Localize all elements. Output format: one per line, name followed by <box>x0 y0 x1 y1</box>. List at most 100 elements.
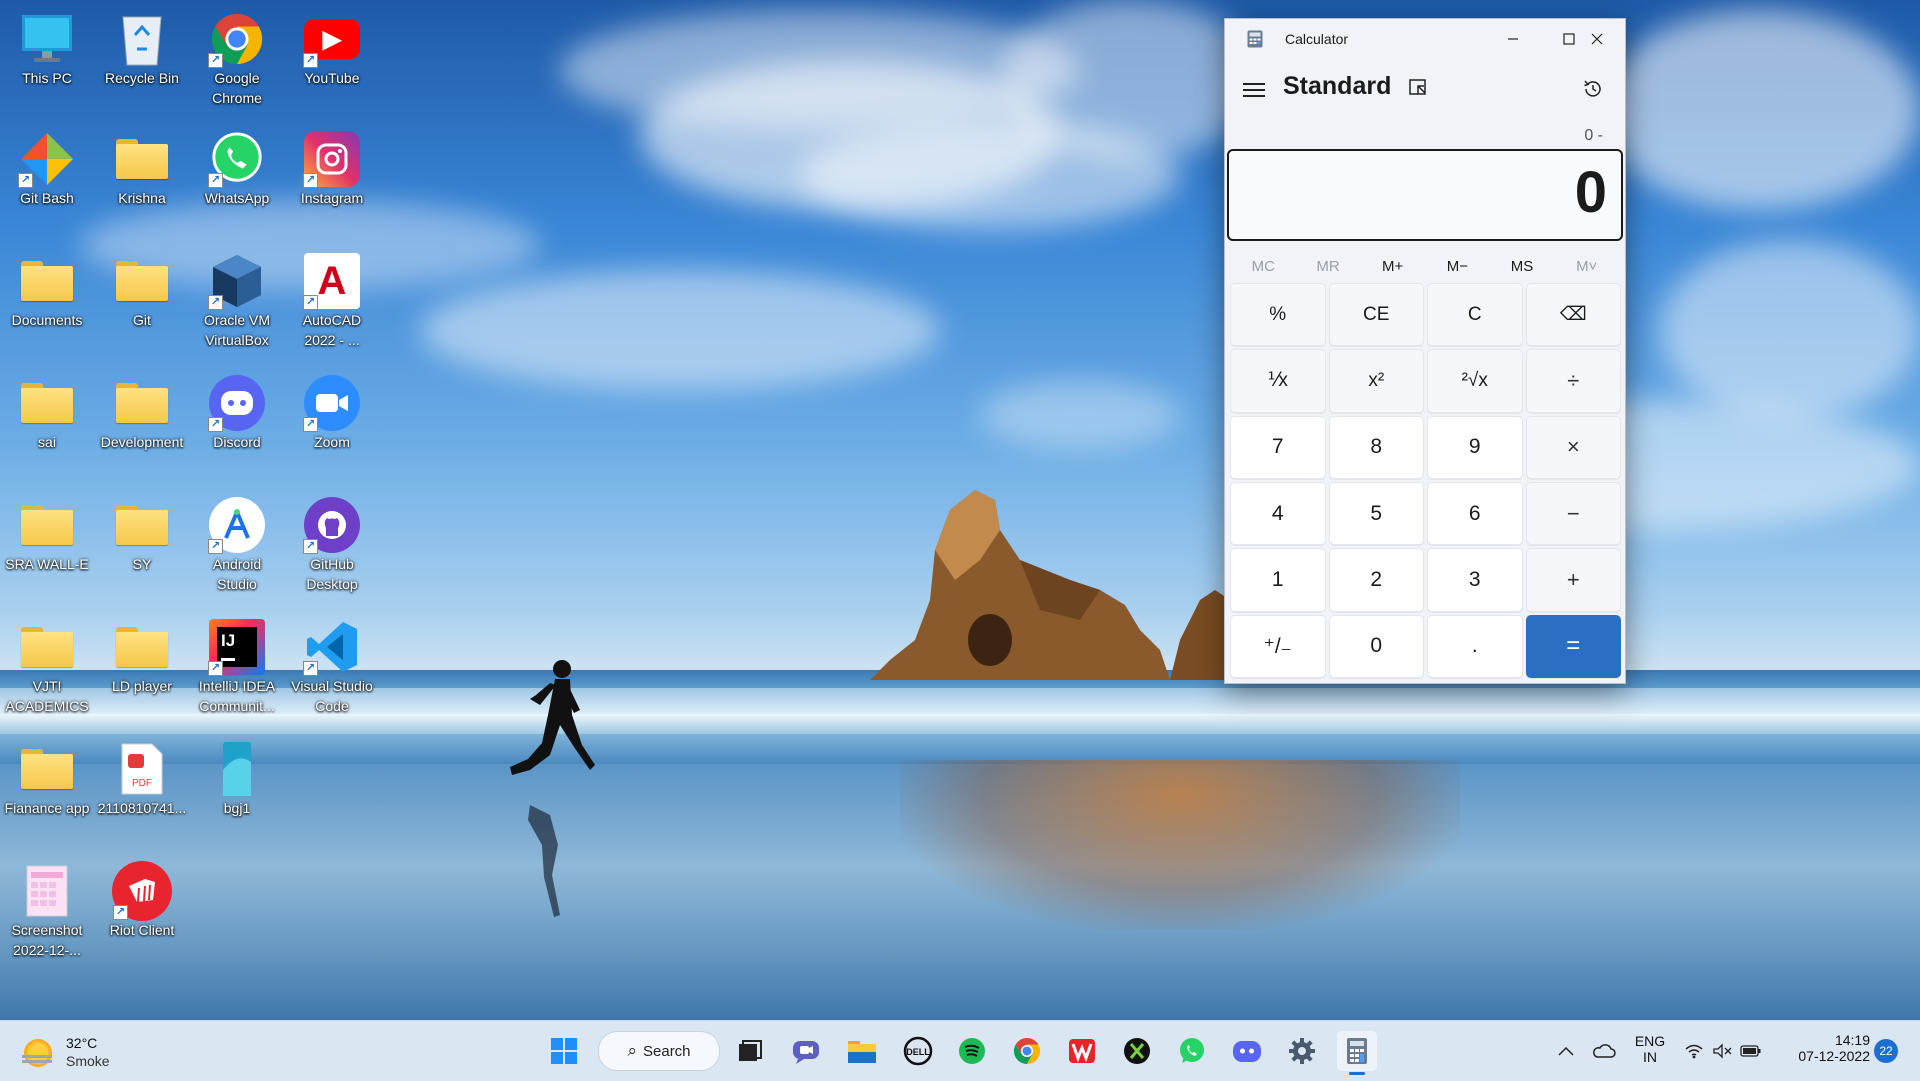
weather-widget[interactable]: 32°C Smoke <box>22 1033 164 1073</box>
divide-key[interactable]: ÷ <box>1525 349 1621 413</box>
reciprocal-key[interactable]: ⅟x <box>1230 349 1326 413</box>
close-button[interactable] <box>1569 19 1625 59</box>
folder-icon <box>16 250 78 312</box>
wps-office-button[interactable] <box>1062 1031 1102 1071</box>
digit-3-key[interactable]: 3 <box>1427 548 1523 612</box>
digit-4-key[interactable]: 4 <box>1230 481 1326 546</box>
desktop-shortcut-this-pc[interactable]: This PC <box>0 8 94 88</box>
teams-chat-button[interactable] <box>786 1031 826 1071</box>
digit-5-key[interactable]: 5 <box>1328 481 1424 546</box>
desktop-shortcut-android-studio[interactable]: ↗ Android Studio <box>190 494 284 594</box>
subtract-key[interactable]: − <box>1525 481 1621 546</box>
clear-entry-key[interactable]: CE <box>1328 283 1424 347</box>
memory-m-button[interactable]: M− <box>1425 251 1490 283</box>
equals-key[interactable]: = <box>1525 614 1621 678</box>
desktop-shortcut-discord[interactable]: ↗ Discord <box>190 372 284 452</box>
desktop-shortcut-sai[interactable]: sai <box>0 372 94 452</box>
digit-6-key[interactable]: 6 <box>1427 481 1523 546</box>
clock-date: 07-12-2022 <box>1798 1048 1870 1064</box>
clock[interactable]: 14:19 07-12-2022 <box>1770 1032 1870 1064</box>
digit-0-key[interactable]: 0 <box>1328 614 1424 678</box>
desktop-shortcut-ld-player[interactable]: LD player <box>95 616 189 696</box>
clear-key[interactable]: C <box>1427 283 1523 347</box>
desktop-shortcut-label: IntelliJ IDEA Communit... <box>198 678 276 714</box>
desktop-shortcut-intellij-idea-communit[interactable]: IJ ↗ IntelliJ IDEA Communit... <box>190 616 284 716</box>
digit-2-key[interactable]: 2 <box>1328 548 1424 612</box>
desktop-shortcut-git-bash[interactable]: ↗ Git Bash <box>0 128 94 208</box>
negate-key[interactable]: ⁺/₋ <box>1230 614 1326 678</box>
desktop-shortcut-whatsapp[interactable]: ↗ WhatsApp <box>190 128 284 208</box>
backspace-key[interactable]: ⌫ <box>1525 283 1621 347</box>
hamburger-menu-icon[interactable] <box>1243 79 1265 97</box>
desktop-shortcut-fianance-app[interactable]: Fianance app <box>0 738 94 818</box>
calculator-titlebar[interactable]: Calculator <box>1225 19 1625 59</box>
whatsapp-button[interactable] <box>1172 1031 1212 1071</box>
spotify-button[interactable] <box>952 1031 992 1071</box>
desktop-shortcut-2110810741[interactable]: PDF 2110810741... <box>95 738 189 818</box>
history-icon[interactable] <box>1582 78 1604 100</box>
desktop-shortcut-development[interactable]: Development <box>95 372 189 452</box>
onedrive-button[interactable] <box>1588 1031 1620 1071</box>
desktop-shortcut-google-chrome[interactable]: ↗ Google Chrome <box>190 8 284 108</box>
memory-mr-button[interactable]: MR <box>1296 251 1361 283</box>
settings-button[interactable] <box>1282 1031 1322 1071</box>
decimal-key[interactable]: . <box>1427 614 1523 678</box>
square-root-key[interactable]: ²√x <box>1427 349 1523 413</box>
desktop-shortcut-riot-client[interactable]: ↗ Riot Client <box>95 860 189 940</box>
desktop-shortcut-label: Development <box>100 434 184 450</box>
desktop-shortcut-vjti-academics[interactable]: VJTI ACADEMICS <box>0 616 94 716</box>
add-key[interactable]: + <box>1525 548 1621 612</box>
digit-8-key[interactable]: 8 <box>1328 415 1424 479</box>
square-key[interactable]: x² <box>1328 349 1424 413</box>
desktop-shortcut-youtube[interactable]: ▶ ↗ YouTube <box>285 8 379 88</box>
desktop-shortcut-sra-wall-e[interactable]: SRA WALL-E <box>0 494 94 574</box>
desktop-shortcut-autocad-2022[interactable]: A ↗ AutoCAD 2022 - ... <box>285 250 379 350</box>
percent-key[interactable]: % <box>1230 283 1326 347</box>
discord-button[interactable] <box>1227 1031 1267 1071</box>
digit-9-key[interactable]: 9 <box>1427 415 1523 479</box>
keep-on-top-icon[interactable] <box>1408 78 1430 98</box>
memory-ms-button[interactable]: MS <box>1490 251 1555 283</box>
desktop-shortcut-label: sai <box>38 434 56 450</box>
minimize-button[interactable] <box>1485 19 1541 59</box>
desktop-shortcut-recycle-bin[interactable]: Recycle Bin <box>95 8 189 88</box>
taskbar-search[interactable]: ⌕ Search <box>598 1031 720 1071</box>
desktop-shortcut-visual-studio-code[interactable]: ↗ Visual Studio Code <box>285 616 379 716</box>
cloud-icon <box>1593 1044 1616 1058</box>
memory-mc-button[interactable]: MC <box>1231 251 1296 283</box>
desktop-shortcut-sy[interactable]: SY <box>95 494 189 574</box>
shortcut-arrow-icon: ↗ <box>208 539 223 554</box>
file-explorer-button[interactable] <box>842 1031 882 1071</box>
desktop-shortcut-zoom[interactable]: ↗ Zoom <box>285 372 379 452</box>
folder-icon <box>16 372 78 434</box>
language-indicator[interactable]: ENG IN <box>1630 1033 1670 1065</box>
multiply-key[interactable]: × <box>1525 415 1621 479</box>
xbox-button[interactable] <box>1117 1031 1157 1071</box>
desktop-shortcut-instagram[interactable]: ↗ Instagram <box>285 128 379 208</box>
calculator-button[interactable] <box>1337 1031 1377 1075</box>
dell-button[interactable]: DELL <box>898 1031 938 1071</box>
desktop-shortcut-krishna[interactable]: Krishna <box>95 128 189 208</box>
chrome-button[interactable] <box>1007 1031 1047 1071</box>
start-button[interactable] <box>544 1031 584 1071</box>
desktop-shortcut-screenshot-2022-12[interactable]: Screenshot 2022-12-... <box>0 860 94 960</box>
digit-7-key[interactable]: 7 <box>1230 415 1326 479</box>
wps-icon <box>1069 1039 1095 1063</box>
task-view-button[interactable] <box>730 1031 770 1071</box>
notification-badge[interactable]: 22 <box>1874 1039 1898 1063</box>
desktop-shortcut-documents[interactable]: Documents <box>0 250 94 330</box>
youtube-icon: ▶ ↗ <box>301 8 363 70</box>
desktop-shortcut-github-desktop[interactable]: ↗ GitHub Desktop <box>285 494 379 594</box>
digit-1-key[interactable]: 1 <box>1230 548 1326 612</box>
svg-text:PDF: PDF <box>132 778 152 789</box>
discord-icon <box>1233 1041 1261 1062</box>
desktop-shortcut-git[interactable]: Git <box>95 250 189 330</box>
image-file-icon <box>206 738 268 800</box>
memory-mplus-button[interactable]: M+ <box>1360 251 1425 283</box>
quick-settings-button[interactable] <box>1680 1031 1766 1071</box>
show-hidden-icons-button[interactable] <box>1552 1031 1580 1071</box>
display-value: 0 <box>1574 160 1607 225</box>
memory-m-button[interactable]: M˅ <box>1554 251 1619 283</box>
desktop-shortcut-oracle-vm-virtualbox[interactable]: ↗ Oracle VM VirtualBox <box>190 250 284 350</box>
desktop-shortcut-bgj1[interactable]: bgj1 <box>190 738 284 818</box>
